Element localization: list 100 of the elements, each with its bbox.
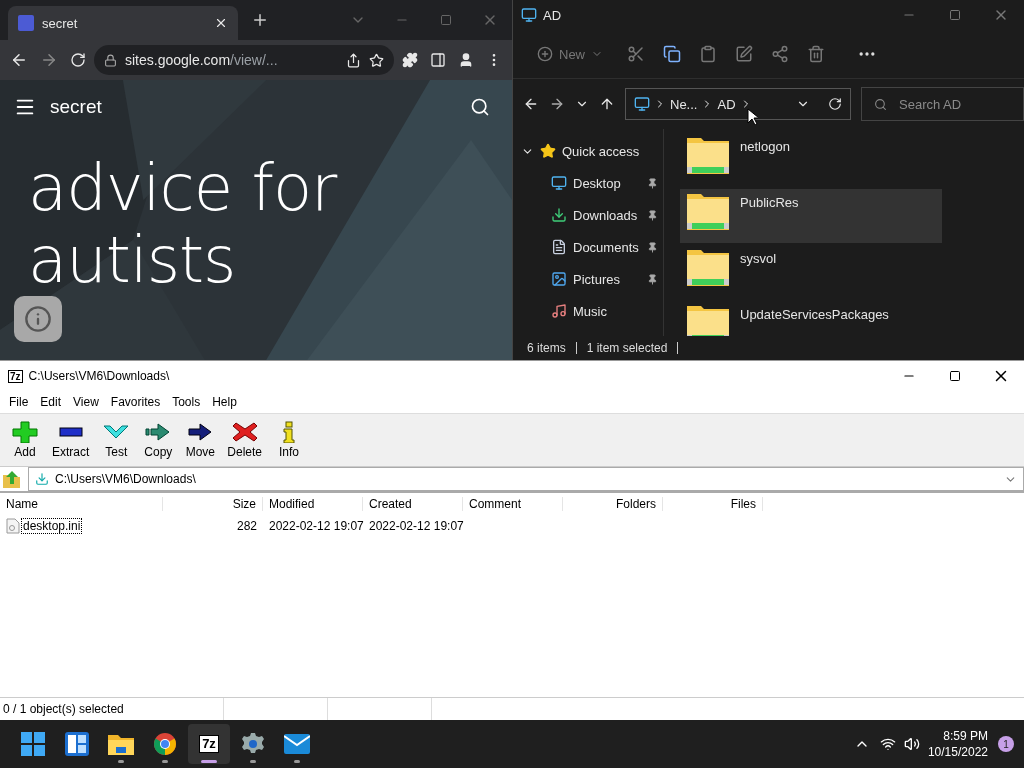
chrome-icon bbox=[153, 732, 177, 756]
menu-item[interactable]: Edit bbox=[35, 395, 67, 409]
forward-icon[interactable] bbox=[549, 96, 565, 112]
plus-icon bbox=[12, 421, 38, 443]
taskbar-app[interactable]: 7z bbox=[188, 724, 230, 764]
menu-item[interactable]: Favorites bbox=[105, 395, 166, 409]
breadcrumb-item[interactable]: Ne... bbox=[670, 96, 698, 112]
star-icon[interactable] bbox=[369, 52, 384, 68]
nav-item[interactable]: Music bbox=[573, 303, 641, 319]
copy-icon[interactable] bbox=[663, 45, 681, 63]
nav-item[interactable]: Desktop bbox=[573, 175, 641, 191]
profile-icon[interactable] bbox=[458, 52, 474, 68]
menu-item[interactable]: Help bbox=[207, 395, 242, 409]
nav-item[interactable]: Documents bbox=[573, 239, 641, 255]
column-header[interactable]: Comment bbox=[463, 497, 563, 511]
app-logo: 7z bbox=[8, 369, 23, 383]
plus-circle-icon bbox=[537, 46, 553, 62]
cut-icon[interactable] bbox=[627, 45, 645, 63]
maximize-icon[interactable] bbox=[949, 370, 961, 382]
up-icon[interactable] bbox=[599, 96, 615, 112]
toolbar-button[interactable]: Copy bbox=[139, 419, 178, 461]
widgets-icon bbox=[65, 732, 89, 756]
toolbar-button[interactable]: Delete bbox=[223, 419, 267, 461]
computer-icon bbox=[521, 7, 537, 23]
puzzle-icon[interactable] bbox=[402, 52, 418, 68]
search-icon bbox=[874, 97, 887, 111]
notification-badge[interactable]: 1 bbox=[998, 736, 1014, 752]
status-text: 6 items bbox=[527, 341, 566, 355]
search-field[interactable]: Search AD bbox=[897, 95, 1011, 113]
new-tab-icon[interactable] bbox=[251, 11, 269, 29]
file-name[interactable]: desktop.ini bbox=[22, 519, 82, 533]
menu-item[interactable]: View bbox=[68, 395, 104, 409]
column-header[interactable]: Files bbox=[663, 497, 763, 511]
gear-icon bbox=[241, 732, 265, 756]
column-header[interactable]: Modified bbox=[263, 497, 363, 511]
reload-icon[interactable] bbox=[70, 52, 86, 68]
breadcrumb-bar[interactable]: Ne... AD bbox=[625, 88, 851, 120]
arrow-icon bbox=[187, 421, 214, 443]
site-favicon bbox=[18, 15, 34, 31]
address-bar[interactable]: sites.google.com/view/... bbox=[94, 45, 394, 75]
nav-item[interactable]: Downloads bbox=[573, 207, 641, 223]
side-panel-icon[interactable] bbox=[430, 52, 446, 68]
network-icon[interactable] bbox=[879, 736, 896, 752]
nav-item[interactable]: Quick access bbox=[562, 143, 640, 159]
url-text: sites.google.com/view/... bbox=[125, 52, 278, 68]
toolbar-button[interactable]: Add bbox=[6, 419, 44, 461]
refresh-icon[interactable] bbox=[828, 97, 842, 111]
close-icon[interactable] bbox=[214, 16, 228, 30]
nav-item[interactable]: Pictures bbox=[573, 271, 641, 287]
app-logo: 7z bbox=[199, 735, 219, 753]
browser-tab[interactable]: secret bbox=[8, 6, 238, 40]
desktop-icon bbox=[551, 175, 567, 191]
column-header[interactable]: Name bbox=[0, 497, 163, 511]
column-header[interactable]: Created bbox=[363, 497, 463, 511]
file-icon bbox=[6, 518, 20, 534]
folder-item[interactable]: sysvol bbox=[680, 245, 942, 299]
toolbar-button[interactable]: Move bbox=[181, 419, 220, 461]
back-icon[interactable] bbox=[523, 96, 539, 112]
column-header[interactable]: Folders bbox=[563, 497, 663, 511]
window-title: AD bbox=[543, 7, 562, 23]
mail-icon bbox=[284, 734, 310, 754]
table-cell-text: 2022-02-12 19:07 bbox=[368, 519, 463, 533]
star-icon bbox=[540, 143, 556, 159]
toolbar-button[interactable]: Extract bbox=[48, 419, 94, 461]
back-icon[interactable] bbox=[10, 51, 28, 69]
rename-icon[interactable] bbox=[735, 45, 753, 63]
menu-item[interactable]: File bbox=[4, 395, 34, 409]
site-title[interactable]: secret bbox=[50, 95, 102, 118]
folder-item[interactable]: UpdateServicesPackages bbox=[680, 301, 942, 336]
new-button[interactable]: New bbox=[531, 42, 609, 66]
search-icon[interactable] bbox=[470, 96, 490, 117]
paste-icon[interactable] bbox=[699, 45, 717, 63]
search-box[interactable]: Search AD bbox=[861, 87, 1024, 121]
folder-icon bbox=[108, 733, 134, 755]
lock-icon bbox=[104, 53, 117, 67]
breadcrumb-item[interactable]: AD bbox=[717, 96, 736, 112]
toolbar-button[interactable]: Test bbox=[97, 419, 136, 461]
column-header[interactable]: Size bbox=[163, 497, 263, 511]
menu-item[interactable]: Tools bbox=[167, 395, 206, 409]
info-button[interactable] bbox=[14, 295, 62, 342]
delete-icon[interactable] bbox=[807, 45, 825, 63]
folder-icon bbox=[686, 135, 730, 175]
windows-logo-icon bbox=[21, 732, 45, 756]
volume-icon[interactable] bbox=[903, 736, 920, 752]
table-cell-text: 282 bbox=[235, 519, 258, 533]
share-icon[interactable] bbox=[346, 52, 361, 68]
folder-item[interactable]: netlogon bbox=[680, 133, 942, 187]
clock[interactable]: 8:59 PM 10/15/2022 bbox=[927, 729, 988, 759]
table-cell-text: 2022-02-12 19:07 bbox=[268, 519, 363, 533]
path-field[interactable]: C:\Users\VM6\Downloads\ bbox=[28, 467, 1024, 491]
music-icon bbox=[551, 303, 567, 319]
folder-icon bbox=[686, 247, 730, 287]
arrow-icon bbox=[145, 421, 172, 443]
forward-icon[interactable] bbox=[40, 51, 58, 69]
folder-icon bbox=[686, 303, 730, 336]
folder-item[interactable]: PublicRes bbox=[680, 189, 942, 243]
toolbar-button[interactable]: Info bbox=[270, 419, 309, 461]
document-icon bbox=[551, 239, 567, 255]
tab-title: secret bbox=[42, 15, 78, 31]
info-icon bbox=[24, 304, 52, 333]
